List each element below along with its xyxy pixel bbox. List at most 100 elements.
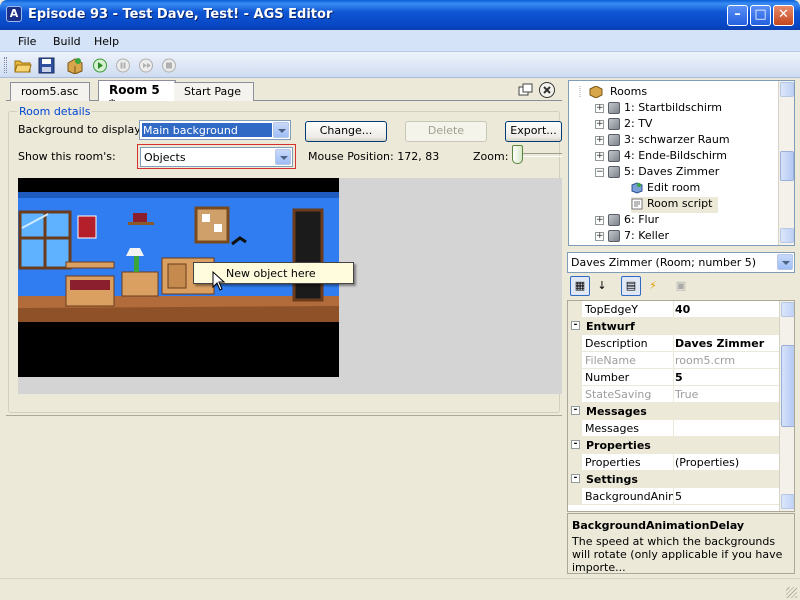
change-button[interactable]: Change... [305,121,387,142]
expand-icon[interactable]: + [595,119,604,129]
property-value[interactable]: (Properties) [675,456,739,469]
window-list-icon[interactable] [518,82,534,98]
expand-icon[interactable]: + [595,135,604,145]
tree-item-room-1[interactable]: +1: Startbildschirm [595,101,722,117]
property-value[interactable]: 5 [675,490,682,503]
open-folder-icon[interactable] [14,57,32,74]
property-value[interactable]: 5 [675,371,683,384]
property-row[interactable]: Messages [568,420,780,437]
tree-item-edit-room[interactable]: Edit room [631,181,700,197]
property-category[interactable]: - Properties [568,437,780,454]
collapse-icon[interactable]: - [571,406,580,415]
category-name: Properties [586,439,651,452]
menu-file[interactable]: File [18,35,36,48]
maximize-icon: □ [754,7,767,22]
tree-item-room-6[interactable]: +6: Flur [595,213,659,229]
game-package-icon[interactable] [66,57,84,74]
property-row[interactable]: Properties (Properties) [568,454,780,471]
show-select[interactable]: Objects [140,147,293,167]
tree-item-room-2[interactable]: +2: TV [595,117,652,133]
property-row[interactable]: Number 5 [568,369,780,386]
maximize-button[interactable]: □ [750,5,771,26]
scroll-thumb[interactable] [781,345,794,427]
tree-root[interactable]: Rooms [575,85,647,99]
property-value[interactable]: 40 [675,303,690,316]
background-select[interactable]: Main background [139,120,291,140]
properties-view-icon[interactable]: ▤ [621,276,641,296]
close-tab-icon[interactable] [538,81,556,99]
tab-start-page[interactable]: Start Page [174,82,254,101]
alphabetical-sort-icon[interactable]: ↓ [592,276,612,296]
delete-button[interactable]: Delete [405,121,487,142]
tree-scrollbar[interactable] [778,81,794,245]
property-value[interactable]: Daves Zimmer [675,337,764,350]
scroll-down-icon[interactable] [781,494,794,509]
chevron-down-icon[interactable] [777,254,793,270]
property-grid[interactable]: TopEdgeY 40 - Entwurf Description Daves Zim… [567,300,795,512]
scroll-down-icon[interactable] [780,228,794,243]
collapse-icon[interactable]: - [571,440,580,449]
pause-icon[interactable] [114,57,132,74]
expand-icon[interactable]: + [595,231,604,241]
property-pages-icon[interactable]: ▣ [671,276,691,296]
property-row[interactable]: StateSaving True [568,386,780,403]
property-category[interactable]: - Messages [568,403,780,420]
events-view-icon[interactable]: ⚡ [643,276,663,296]
property-name: BackgroundAnimat [585,490,673,503]
tree-line-icon [579,86,581,98]
new-object-here-item[interactable]: New object here [226,267,316,280]
menu-build[interactable]: Build [53,35,81,48]
property-row[interactable]: FileName room5.crm [568,352,780,369]
property-name: Number [585,371,630,384]
property-grid-scrollbar[interactable] [779,301,794,511]
menu-help[interactable]: Help [94,35,119,48]
resize-grip-icon[interactable] [786,587,797,598]
save-icon[interactable] [38,57,56,74]
tree-item-label: 6: Flur [624,213,660,226]
property-description-panel: BackgroundAnimationDelay The speed at wh… [567,513,795,574]
property-category[interactable]: - Entwurf [568,318,780,335]
tree-item-label: 4: Ende-Bildschirm [624,149,727,162]
background-select-value: Main background [143,124,238,137]
chevron-down-icon[interactable] [273,122,289,138]
tab-room5-script[interactable]: room5.asc [10,82,90,101]
tree-item-room-3[interactable]: +3: schwarzer Raum [595,133,730,149]
scroll-thumb[interactable] [780,151,794,181]
property-row[interactable]: TopEdgeY 40 [568,301,780,318]
expand-icon[interactable]: + [595,215,604,225]
property-category[interactable]: - Settings [568,471,780,488]
tab-room-5[interactable]: Room 5 * [98,80,176,111]
export-button[interactable]: Export... [505,121,562,142]
toolbar-grip[interactable] [4,57,7,73]
menu-bar: File Build Help [0,30,800,52]
property-row[interactable]: BackgroundAnimat5 [568,488,780,505]
object-selector[interactable]: Daves Zimmer (Room; number 5) [567,252,795,273]
property-name: Description [585,337,648,350]
property-value: True [675,388,699,401]
expand-icon[interactable]: + [595,103,604,113]
title-bar[interactable]: A Episode 93 - Test Dave, Test! - AGS Ed… [0,0,800,30]
collapse-icon[interactable]: - [571,474,580,483]
categorized-view-icon[interactable]: ▦ [570,276,590,296]
property-row[interactable]: Description Daves Zimmer [568,335,780,352]
tree-item-room-script[interactable]: Room script [631,197,719,213]
tree-item-room-4[interactable]: +4: Ende-Bildschirm [595,149,727,165]
step-icon[interactable] [137,57,155,74]
tree-item-room-5[interactable]: − 5: Daves Zimmer [595,165,719,181]
tree-item-room-7[interactable]: +7: Keller [595,229,669,245]
zoom-slider-thumb[interactable] [512,145,523,164]
stop-icon[interactable] [160,57,178,74]
minimize-button[interactable]: – [727,5,748,26]
run-icon[interactable] [91,57,109,74]
chevron-down-icon[interactable] [275,149,291,165]
collapse-icon[interactable]: - [571,321,580,330]
room-viewport[interactable] [18,178,562,394]
close-button[interactable]: ✕ [773,5,794,26]
scroll-up-icon[interactable] [780,82,794,97]
scroll-up-icon[interactable] [781,302,794,317]
expand-icon[interactable]: + [595,151,604,161]
show-select-value: Objects [144,151,186,164]
project-tree[interactable]: Rooms +1: Startbildschirm +2: TV +3: sch… [568,80,795,246]
collapse-icon[interactable]: − [595,167,604,177]
script-file-icon [631,198,643,210]
